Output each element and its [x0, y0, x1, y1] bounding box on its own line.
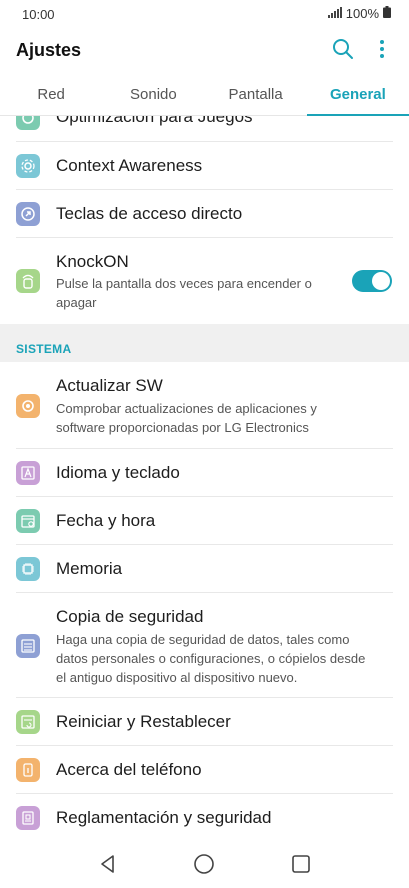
setting-actualizar-sw[interactable]: Actualizar SW Comprobar actualizaciones … [0, 362, 409, 449]
setting-copia-seguridad[interactable]: Copia de seguridad Haga una copia de seg… [0, 593, 409, 698]
reset-icon [16, 710, 40, 734]
memory-chip-icon [16, 557, 40, 581]
setting-title: Reiniciar y Restablecer [56, 712, 231, 731]
signal-icon [327, 6, 342, 21]
setting-title: Optimización para Juegos [56, 116, 253, 126]
setting-acerca-telefono[interactable]: Acerca del teléfono [0, 746, 409, 794]
context-awareness-icon [16, 154, 40, 178]
calendar-icon [16, 509, 40, 533]
status-bar: 10:00 100% [0, 0, 409, 28]
setting-teclas-acceso-directo[interactable]: Teclas de acceso directo [0, 190, 409, 238]
tab-bar: Red Sonido Pantalla General [0, 74, 409, 116]
home-icon[interactable] [184, 844, 224, 884]
setting-title: Memoria [56, 559, 123, 578]
back-icon[interactable] [88, 844, 128, 884]
setting-subtitle: Haga una copia de seguridad de datos, ta… [56, 632, 366, 685]
setting-title: Teclas de acceso directo [56, 204, 243, 223]
more-vert-icon[interactable] [369, 36, 395, 62]
setting-context-awareness[interactable]: Context Awareness [0, 142, 409, 190]
toggle-knob [372, 272, 390, 290]
shortcut-icon [16, 202, 40, 226]
setting-knockon[interactable]: KnockON Pulse la pantalla dos veces para… [0, 238, 409, 324]
backup-icon [16, 634, 40, 658]
tab-pantalla[interactable]: Pantalla [205, 74, 307, 115]
app-bar: Ajustes [0, 28, 409, 72]
navigation-bar [0, 840, 409, 888]
search-icon[interactable] [330, 36, 356, 62]
setting-title: KnockON [56, 252, 129, 271]
page-title: Ajustes [16, 40, 82, 60]
setting-title: Reglamentación y seguridad [56, 808, 272, 827]
status-time: 10:00 [22, 7, 55, 22]
setting-memoria[interactable]: Memoria [0, 545, 409, 593]
battery-percent: 100% [345, 6, 379, 21]
setting-title: Actualizar SW [56, 376, 163, 395]
phone-info-icon [16, 758, 40, 782]
status-indicators: 100% [327, 6, 391, 21]
setting-idioma-teclado[interactable]: Idioma y teclado [0, 449, 409, 497]
settings-list: Optimización para Juegos Context Awarene… [0, 116, 409, 840]
section-header-sistema: SISTEMA [0, 324, 409, 362]
setting-title: Acerca del teléfono [56, 760, 202, 779]
setting-title: Context Awareness [56, 156, 203, 175]
language-icon [16, 461, 40, 485]
setting-optimizacion-juegos[interactable]: Optimización para Juegos [0, 116, 409, 142]
update-icon [16, 394, 40, 418]
battery-icon [383, 6, 391, 21]
knockon-toggle[interactable] [352, 270, 392, 292]
setting-title: Idioma y teclado [56, 463, 180, 482]
setting-reiniciar-restablecer[interactable]: Reiniciar y Restablecer [0, 698, 409, 746]
setting-fecha-hora[interactable]: Fecha y hora [0, 497, 409, 545]
tab-general[interactable]: General [306, 74, 409, 116]
regulatory-icon [16, 806, 40, 830]
knock-icon [16, 269, 40, 293]
setting-title: Fecha y hora [56, 511, 156, 530]
setting-reglamentacion-seguridad[interactable]: Reglamentación y seguridad [0, 794, 409, 840]
tab-red[interactable]: Red [0, 74, 102, 115]
setting-subtitle: Comprobar actualizaciones de aplicacione… [56, 401, 317, 435]
recents-icon[interactable] [281, 844, 321, 884]
gamepad-icon [16, 116, 40, 130]
tab-sonido[interactable]: Sonido [102, 74, 204, 115]
section-title: SISTEMA [16, 342, 72, 356]
setting-subtitle: Pulse la pantalla dos veces para encende… [56, 276, 312, 310]
setting-title: Copia de seguridad [56, 607, 204, 626]
